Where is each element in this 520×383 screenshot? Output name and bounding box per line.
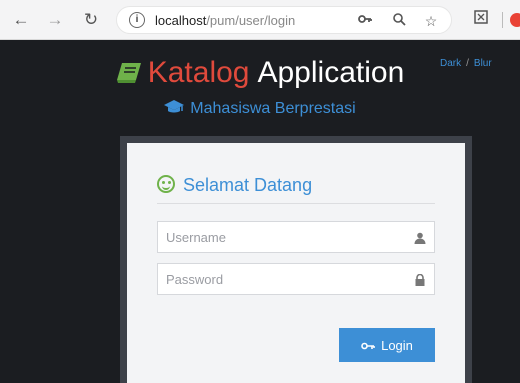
profile-avatar[interactable] <box>510 13 520 27</box>
url-host: localhost <box>155 13 207 28</box>
url-path: /pum/user/login <box>206 13 296 28</box>
address-bar[interactable]: i localhost/pum/user/login ☆ <box>116 6 452 34</box>
key-icon[interactable] <box>355 11 375 31</box>
password-field[interactable] <box>157 263 435 295</box>
subtitle-text: Mahasiswa Berprestasi <box>190 100 356 117</box>
welcome-text: Selamat Datang <box>183 175 313 195</box>
info-icon[interactable]: i <box>129 12 145 28</box>
graduation-cap-icon <box>164 100 185 113</box>
book-icon <box>116 63 141 83</box>
welcome-heading: Selamat Datang <box>157 175 312 196</box>
username-field[interactable] <box>157 221 435 253</box>
heading-divider <box>157 203 435 204</box>
login-panel: Selamat Datang Username Login <box>127 143 465 383</box>
reload-icon[interactable]: ↻ <box>80 9 102 31</box>
key-icon <box>361 342 375 349</box>
app-subtitle: Mahasiswa Berprestasi <box>0 100 520 118</box>
brand-name: Katalog <box>147 56 250 89</box>
browser-toolbar: ← → ↻ i localhost/pum/user/login ☆ <box>0 0 520 40</box>
toolbar-divider <box>502 12 503 28</box>
user-icon <box>414 232 426 244</box>
star-icon[interactable]: ☆ <box>421 11 441 31</box>
back-icon[interactable]: ← <box>10 9 32 31</box>
zoom-icon[interactable] <box>389 11 409 31</box>
app-title: Katalog Application <box>0 56 520 90</box>
username-input[interactable] <box>158 222 434 252</box>
url-text[interactable]: localhost/pum/user/login <box>155 13 295 28</box>
login-button[interactable]: Login <box>339 328 435 362</box>
lock-icon <box>415 274 425 286</box>
password-input[interactable] <box>158 264 434 294</box>
brand-app: Application <box>257 56 405 89</box>
login-button-label: Login <box>381 337 413 353</box>
login-page: Dark / Blur Katalog Application Mahasiswa B… <box>0 40 520 383</box>
forward-icon[interactable]: → <box>44 9 66 31</box>
login-panel-frame: Selamat Datang Username Login <box>120 136 472 383</box>
extension-icon[interactable] <box>470 9 492 31</box>
smile-icon <box>157 175 175 193</box>
